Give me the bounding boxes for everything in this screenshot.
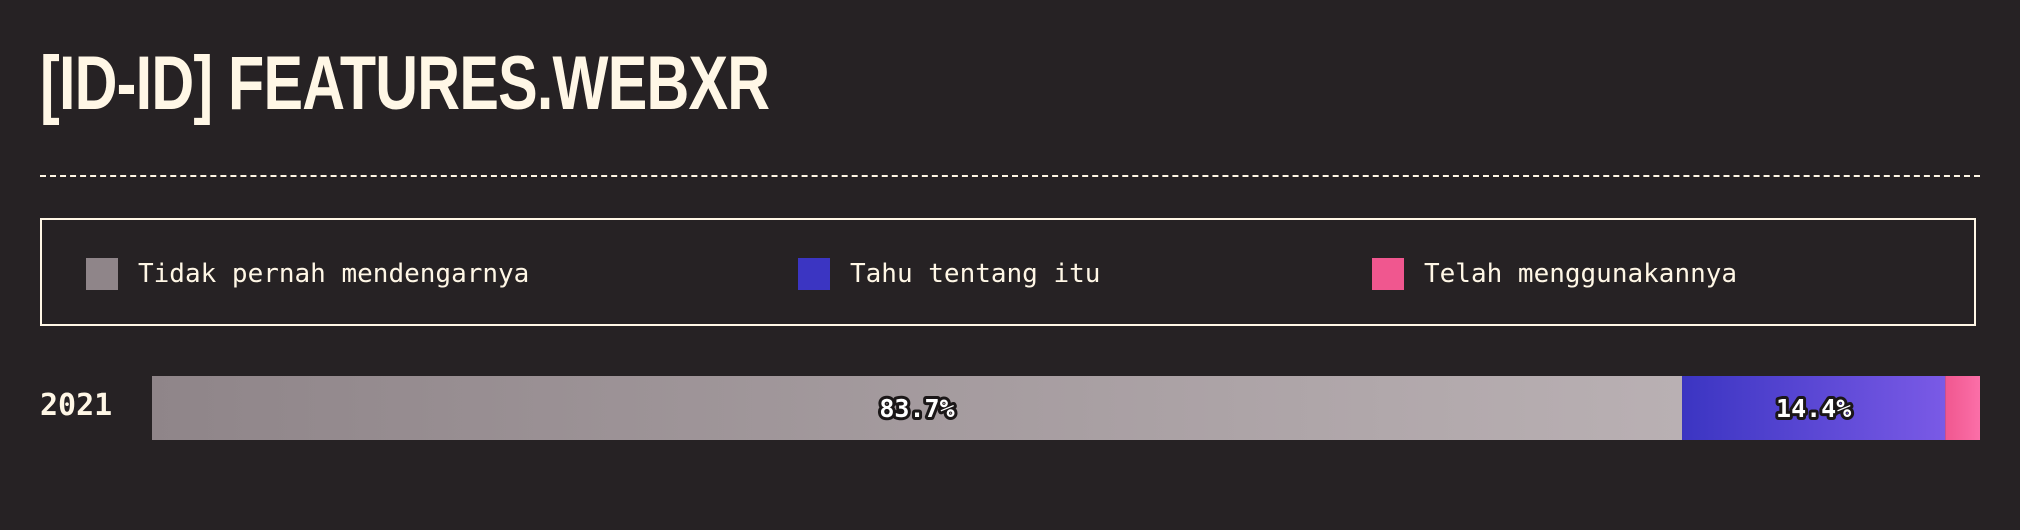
- legend-item-used-it[interactable]: Telah menggunakannya: [1372, 258, 1737, 290]
- page-title: [ID-ID] FEATURES.WEBXR: [40, 41, 770, 126]
- legend-swatch-used-it: [1372, 258, 1404, 290]
- legend-label-know-about: Tahu tentang itu: [850, 259, 1101, 289]
- legend-item-never-heard[interactable]: Tidak pernah mendengarnya: [86, 258, 529, 290]
- bar-data-label-1: 83.7%: [879, 394, 954, 423]
- chart-row-2021: 2021 83.7% 14.4%: [40, 376, 1980, 440]
- chart-legend: Tidak pernah mendengarnya Tahu tentang i…: [40, 218, 1976, 326]
- bar-data-label-2: 14.4%: [1776, 394, 1851, 423]
- legend-label-used-it: Telah menggunakannya: [1424, 259, 1738, 289]
- legend-label-never-heard: Tidak pernah mendengarnya: [138, 259, 530, 289]
- row-label-2021: 2021: [40, 388, 113, 423]
- bar-segment-3[interactable]: [1945, 376, 1980, 440]
- legend-item-know-about[interactable]: Tahu tentang itu: [798, 258, 1100, 290]
- divider: [40, 175, 1980, 177]
- legend-swatch-know-about: [798, 258, 830, 290]
- legend-swatch-never-heard: [86, 258, 118, 290]
- stacked-bar-2021: 83.7% 14.4%: [152, 376, 1980, 440]
